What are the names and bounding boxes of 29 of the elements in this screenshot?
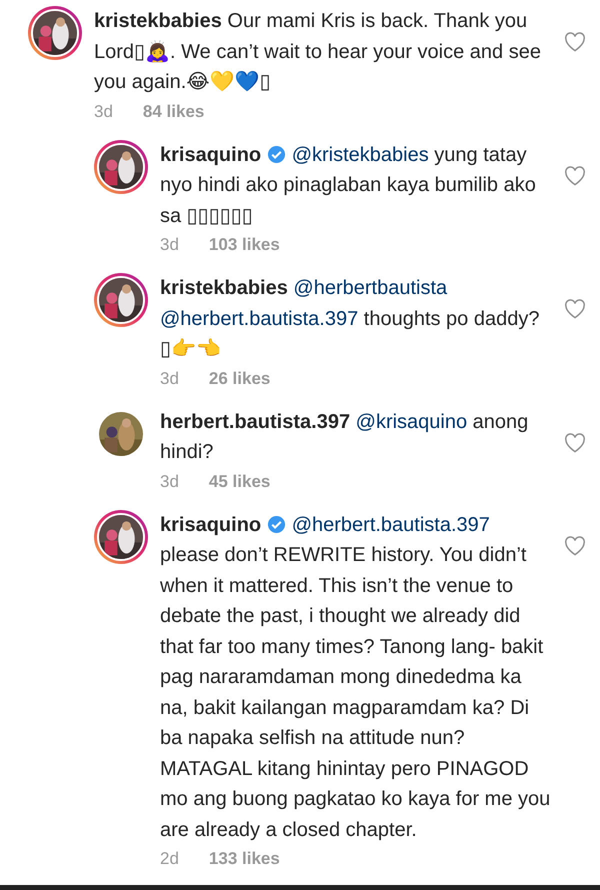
mention-link[interactable]: @herbert.bautista.397 [160, 308, 358, 330]
comment-text: kristekbabies @herbertbautista @herbert.bautista.397 thoughts po daddy? ▯👉👈 [160, 276, 540, 362]
avatar[interactable] [94, 510, 148, 564]
comment-text: kristekbabies Our mami Kris is back. Thank you Lord▯🙇‍♀. We can’t wait to hear your voice and see you again.😂💛💙▯ [94, 9, 542, 95]
mention-link[interactable]: @krisaquino [356, 410, 468, 432]
mention-link[interactable]: @herbertbautista [293, 277, 448, 299]
comment-time: 3d [160, 470, 179, 492]
heart-icon[interactable] [564, 432, 586, 452]
heart-icon[interactable] [564, 536, 586, 556]
comment-time: 3d [94, 100, 113, 122]
heart-icon[interactable] [564, 166, 586, 186]
username-link[interactable]: kristekbabies [94, 10, 222, 32]
mention-link[interactable]: @herbert.bautista.397 [292, 514, 490, 536]
username-link[interactable]: krisaquino [160, 144, 262, 166]
username-link[interactable]: krisaquino [160, 514, 262, 536]
username-link[interactable]: kristekbabies [160, 277, 288, 299]
comment-text: krisaquino @kristekbabies yung tatay nyo hindi ako pinaglaban kaya bumilib ako sa ▯▯▯▯▯▯ [160, 142, 537, 228]
comment-time: 2d [160, 848, 179, 870]
username-link[interactable]: herbert.bautista.397 [160, 410, 350, 432]
comment-text: herbert.bautista.397 @krisaquino anong hindi? [160, 410, 530, 465]
comment-text: krisaquino @herbert.bautista.397 please don’t REWRITE history. You didn’t when it mattered. This isn’t the venue to debate the past, i thought we already did that far too many times? Tanong lang- bakit pag nararamdaman mong dinededma ka na, bakit kailangan magparamdam ka? Di ba napaka selfish na attitude nun? MATAGAL kitang hinintay pero PINAGOD mo ang buong pagkatao ko kaya for me you are already a closed chapter. [160, 512, 552, 842]
comment-time: 3d [160, 234, 179, 256]
comment-time: 3d [160, 368, 179, 390]
avatar[interactable] [28, 6, 82, 60]
heart-icon[interactable] [564, 32, 586, 52]
heart-icon[interactable] [564, 299, 586, 319]
mention-link[interactable]: @kristekbabies [292, 144, 429, 166]
avatar[interactable] [94, 273, 148, 327]
avatar[interactable] [94, 140, 148, 194]
